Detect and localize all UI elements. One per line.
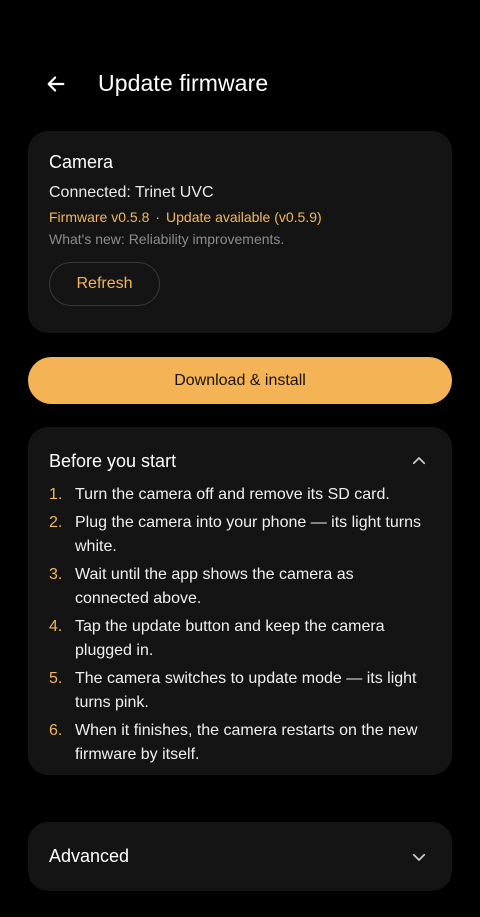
- advanced-title: Advanced: [49, 846, 130, 866]
- chevron-down-icon: [410, 848, 428, 866]
- step-text: Tap the update button and keep the camer…: [75, 618, 385, 659]
- whats-new: What's new: Reliability improvements.: [49, 231, 285, 247]
- list-item: 2. Plug the camera into your phone — its…: [49, 511, 429, 559]
- steps-list: 1. Turn the camera off and remove its SD…: [49, 483, 429, 771]
- back-button[interactable]: [36, 64, 76, 104]
- firmware-status: Firmware v0.5.8 · Update available (v0.5.9…: [49, 209, 322, 225]
- separator: ·: [155, 209, 161, 225]
- list-item: 6. When it finishes, the camera restarts…: [49, 719, 429, 767]
- before-you-start-card: Before you start 1. Turn the camera off …: [28, 427, 452, 775]
- step-text: When it finishes, the camera restarts on…: [75, 722, 418, 763]
- list-item: 5. The camera switches to update mode — …: [49, 667, 429, 715]
- step-number: 3.: [49, 566, 63, 583]
- chevron-up-icon: [410, 452, 428, 470]
- list-item: 3. Wait until the app shows the camera a…: [49, 563, 429, 611]
- step-number: 5.: [49, 670, 63, 687]
- list-item: 1. Turn the camera off and remove its SD…: [49, 483, 429, 507]
- step-number: 4.: [49, 618, 63, 635]
- step-number: 6.: [49, 722, 63, 739]
- download-install-button[interactable]: Download & install: [28, 357, 452, 404]
- step-number: 1.: [49, 486, 63, 503]
- page-title: Update firmware: [98, 70, 269, 96]
- step-text: Turn the camera off and remove its SD ca…: [75, 486, 390, 503]
- update-available: Update available (v0.5.9): [166, 209, 322, 225]
- device-title: Camera: [49, 152, 114, 172]
- app-bar: Update firmware: [0, 60, 480, 108]
- refresh-button[interactable]: Refresh: [49, 262, 160, 306]
- step-text: Wait until the app shows the camera as c…: [75, 566, 354, 607]
- connection-status: Connected: Trinet UVC: [49, 184, 214, 201]
- device-card: Camera Connected: Trinet UVC Firmware v0…: [28, 131, 452, 333]
- arrow-left-icon: [47, 76, 65, 92]
- section-title: Before you start: [49, 451, 177, 471]
- step-text: Plug the camera into your phone — its li…: [75, 514, 421, 555]
- list-item: 4. Tap the update button and keep the ca…: [49, 615, 429, 663]
- step-text: The camera switches to update mode — its…: [75, 670, 417, 711]
- step-number: 2.: [49, 514, 63, 531]
- advanced-card[interactable]: Advanced: [28, 822, 452, 891]
- firmware-version: Firmware v0.5.8: [49, 209, 150, 225]
